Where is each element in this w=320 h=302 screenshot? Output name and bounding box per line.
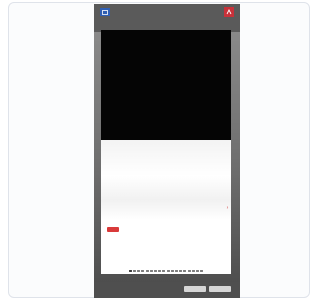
article-hero-image bbox=[101, 140, 231, 220]
pagination-dot[interactable] bbox=[141, 270, 145, 272]
cookie-consent-bar bbox=[94, 282, 240, 298]
pagination-dot[interactable] bbox=[158, 270, 162, 272]
video-player[interactable] bbox=[101, 30, 231, 140]
pagination-dot[interactable] bbox=[137, 270, 141, 272]
pagination-dot[interactable] bbox=[195, 270, 199, 272]
pagination-dot[interactable] bbox=[174, 270, 178, 272]
top-header bbox=[94, 4, 240, 32]
flag-logo-icon[interactable] bbox=[100, 8, 110, 16]
pagination-dot[interactable] bbox=[183, 270, 187, 272]
mobile-page: › bbox=[94, 4, 240, 298]
pagination-dot[interactable] bbox=[170, 270, 174, 272]
red-square-logo-icon[interactable] bbox=[224, 7, 234, 17]
pagination-dot[interactable] bbox=[149, 270, 153, 272]
article-tag bbox=[107, 227, 119, 232]
article-card: › bbox=[101, 140, 231, 274]
header-caption bbox=[100, 19, 234, 26]
pagination-dot[interactable] bbox=[187, 270, 191, 272]
pagination-dot[interactable] bbox=[162, 270, 166, 272]
consent-button-1[interactable] bbox=[184, 286, 206, 292]
pagination-dot[interactable] bbox=[166, 270, 170, 272]
pagination-dot[interactable] bbox=[200, 270, 204, 272]
pagination-dot[interactable] bbox=[191, 270, 195, 272]
pagination-dots bbox=[101, 268, 231, 274]
pagination-dot[interactable] bbox=[128, 270, 132, 272]
pagination-dot[interactable] bbox=[133, 270, 137, 272]
pagination-dot[interactable] bbox=[179, 270, 183, 272]
pagination-dot[interactable] bbox=[145, 270, 149, 272]
consent-button-2[interactable] bbox=[209, 286, 231, 292]
pagination-dot[interactable] bbox=[154, 270, 158, 272]
next-arrow-icon[interactable]: › bbox=[225, 206, 230, 211]
